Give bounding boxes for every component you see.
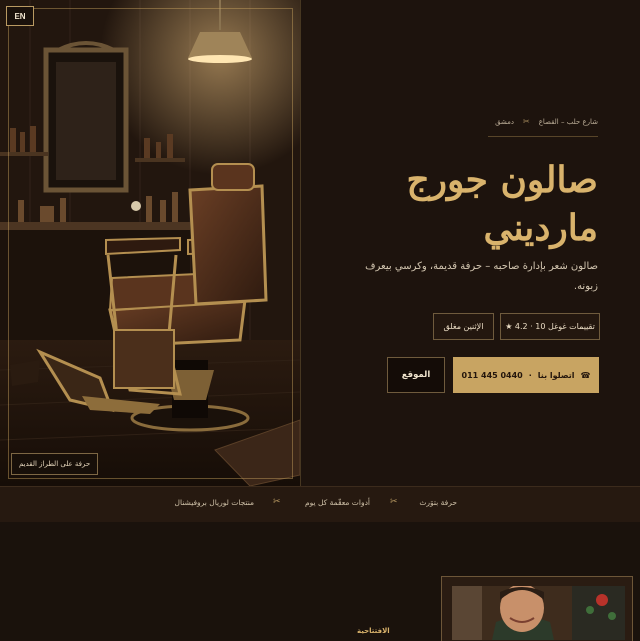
section-label: الافتتاحية [357,627,390,635]
features-strip: حرفة بتوَرث ✂ أدوات معقّمة كل يوم ✂ منتج… [0,486,640,523]
call-separator: · [528,370,532,380]
feature-item: حرفة بتوَرث [419,498,457,507]
call-number: 011 445 0440 [461,370,523,380]
breadcrumb-street: شارع حلب – القصاع [538,117,598,126]
page-title: صالون جورج مارديني [338,156,598,252]
barber-chair-illustration [0,0,300,486]
scissors-icon: ✂ [273,497,281,507]
hero-photo: حرفة على الطراز القديم [0,0,300,486]
feature-item: أدوات معقّمة كل يوم [305,498,370,507]
title-line-2: مارديني [483,207,598,249]
hours-badge: الإثنين مغلق [433,313,494,340]
owner-portrait [452,586,625,640]
hours-text: الإثنين مغلق [443,322,484,331]
title-line-1: صالون جورج [406,159,598,201]
divider [488,136,598,137]
tagline: صالون شعر بإدارة صاحبه – حرفة قديمة، وكر… [365,261,598,292]
owner-photo-illustration [452,586,625,640]
photo-caption: حرفة على الطراز القديم [11,453,99,475]
call-label: اتصلوا بنا [537,370,575,380]
feature-item: منتجات لوريال بروفيشنال [174,498,255,507]
divider [300,0,301,486]
language-toggle-button[interactable]: EN [6,6,34,26]
scissors-icon: ✂ [523,117,530,126]
location-button[interactable]: الموقع [387,357,445,393]
scissors-icon: ✂ [390,497,398,507]
phone-icon: ☎ [580,370,591,380]
call-button[interactable]: ☎ اتصلوا بنا · 011 445 0440 [453,357,599,393]
breadcrumb-city: دمشق [495,117,515,126]
rating-text: تقييمات غوغل 10 · 4.2 ★ [505,322,595,331]
rating-badge: تقييمات غوغل 10 · 4.2 ★ [500,313,600,340]
breadcrumb: شارع حلب – القصاع ✂ دمشق [495,117,598,126]
